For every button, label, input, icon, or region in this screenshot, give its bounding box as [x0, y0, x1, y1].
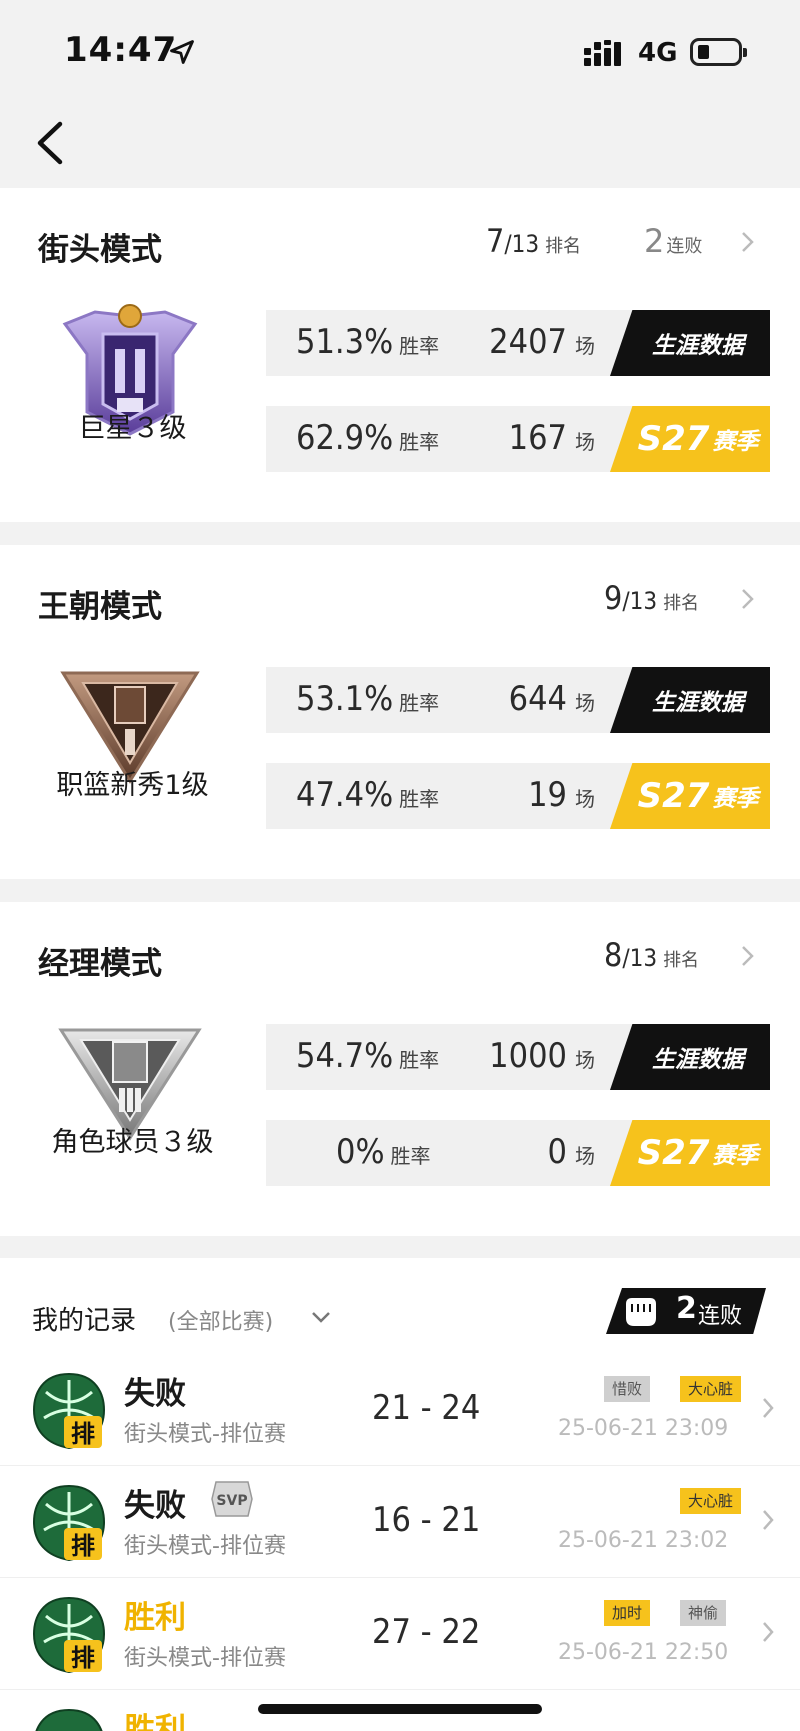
ranked-match-icon: 排 — [32, 1484, 106, 1562]
season-games: 19 — [528, 775, 567, 815]
match-time: 25-06-21 22:50 — [558, 1640, 729, 1665]
match-score: 27 - 22 — [372, 1612, 481, 1652]
match-score: 21 - 24 — [372, 1388, 481, 1428]
career-games: 2407 — [489, 322, 567, 362]
match-tag: 加时 — [604, 1600, 651, 1626]
match-tag: 大心脏 — [680, 1488, 742, 1514]
network-type: 4G — [638, 38, 678, 68]
match-time: 25-06-21 23:09 — [558, 1416, 729, 1441]
fist-icon — [626, 1298, 656, 1326]
match-result: 胜利 — [124, 1712, 186, 1731]
match-result: 失败 — [124, 1488, 186, 1524]
rank-display: 7/13 排名 — [486, 222, 582, 260]
match-records-section: 我的记录 (全部比赛) 2 连败 排 失败 街头模式-排位赛 21 - 24 惜… — [0, 1258, 800, 1731]
back-arrow-icon[interactable] — [30, 118, 70, 168]
match-time: 25-06-21 23:02 — [558, 1528, 729, 1553]
season-stats-row[interactable]: 0% 胜率 0场 S27 赛季 — [266, 1120, 770, 1186]
chevron-right-icon[interactable] — [760, 1620, 776, 1644]
match-row[interactable]: 排 失败 SVP 街头模式-排位赛 16 - 21 大心脏 25-06-21 2… — [0, 1466, 800, 1578]
location-arrow-icon — [170, 40, 194, 64]
career-stats-row[interactable]: 53.1% 胜率 644 场 生涯数据 — [266, 667, 770, 733]
match-row[interactable]: 排 失败 街头模式-排位赛 21 - 24 惜败 大心脏 25-06-21 23… — [0, 1354, 800, 1466]
season-button[interactable]: S27 赛季 — [610, 406, 770, 472]
streak-display: 2 连败 — [644, 222, 703, 260]
career-winrate: 53.1% — [296, 679, 394, 719]
mode-card-dynasty[interactable]: 王朝模式 9/13 排名 职篮新秀1级 53.1% 胜率 644 场 生涯数据 47.… — [0, 545, 800, 879]
home-indicator[interactable] — [258, 1704, 542, 1714]
status-time: 14:47 — [64, 30, 178, 70]
ranked-match-icon: 排 — [32, 1596, 106, 1674]
match-mode: 街头模式-排位赛 — [124, 1534, 286, 1559]
svp-badge-icon: SVP — [211, 1481, 253, 1517]
badge-name: 角色球员３级 — [51, 1127, 214, 1158]
match-mode: 街头模式-排位赛 — [124, 1422, 286, 1447]
season-winrate: 47.4% — [296, 775, 394, 815]
match-result: 胜利 — [124, 1600, 186, 1636]
ranked-match-icon — [35, 1708, 103, 1731]
records-filter[interactable]: (全部比赛) — [168, 1304, 273, 1336]
chevron-right-icon[interactable] — [738, 944, 756, 968]
mode-card-manager[interactable]: 经理模式 8/13 排名 角色球员３级 54.7% 胜率 1000 场 生涯数据 0%… — [0, 902, 800, 1236]
career-winrate: 51.3% — [296, 322, 394, 362]
match-row[interactable]: 排 胜利 街头模式-排位赛 27 - 22 加时 神偷 25-06-21 22:… — [0, 1578, 800, 1690]
rank-display: 8/13 排名 — [604, 936, 700, 974]
season-stats-row[interactable]: 47.4% 胜率 19 场 S27 赛季 — [266, 763, 770, 829]
career-games: 644 — [508, 679, 567, 719]
signal-icon — [584, 40, 621, 66]
mode-title: 街头模式 — [38, 232, 162, 268]
career-winrate: 54.7% — [296, 1036, 394, 1076]
rank-display: 9/13 排名 — [604, 579, 700, 617]
badge-name: 巨星３级 — [78, 413, 187, 444]
career-games: 1000 — [489, 1036, 567, 1076]
season-winrate: 0% — [336, 1132, 385, 1172]
career-data-button[interactable]: 生涯数据 — [610, 667, 770, 733]
season-button[interactable]: S27 赛季 — [610, 763, 770, 829]
mode-title: 王朝模式 — [38, 589, 162, 625]
season-games: 0 — [547, 1132, 567, 1172]
chevron-right-icon[interactable] — [760, 1508, 776, 1532]
status-bar: 14:47 4G — [0, 0, 800, 100]
career-data-button[interactable]: 生涯数据 — [610, 1024, 770, 1090]
season-stats-row[interactable]: 62.9% 胜率 167 场 S27 赛季 — [266, 406, 770, 472]
match-result: 失败 — [124, 1376, 186, 1412]
records-title: 我的记录 — [32, 1306, 137, 1336]
svg-text:排: 排 — [71, 1644, 95, 1672]
svg-text:排: 排 — [71, 1420, 95, 1448]
streak-badge: 2 连败 — [606, 1288, 766, 1334]
svg-text:排: 排 — [71, 1532, 95, 1560]
ranked-match-icon: 排 — [32, 1372, 106, 1450]
match-tag: 神偷 — [680, 1600, 727, 1626]
career-data-button[interactable]: 生涯数据 — [610, 310, 770, 376]
season-button[interactable]: S27 赛季 — [610, 1120, 770, 1186]
season-winrate: 62.9% — [296, 418, 394, 458]
battery-icon — [690, 38, 747, 66]
chevron-right-icon[interactable] — [760, 1396, 776, 1420]
mode-card-street[interactable]: 街头模式 7/13 排名 2 连败 巨星３级 51.3% 胜率 2407 场 生涯数据 … — [0, 188, 800, 522]
mode-title: 经理模式 — [38, 946, 162, 982]
career-stats-row[interactable]: 54.7% 胜率 1000 场 生涯数据 — [266, 1024, 770, 1090]
chevron-right-icon[interactable] — [738, 587, 756, 611]
season-games: 167 — [508, 418, 567, 458]
match-tag: 大心脏 — [680, 1376, 742, 1402]
chevron-down-icon[interactable] — [310, 1310, 332, 1326]
badge-name: 职篮新秀1级 — [56, 770, 209, 801]
match-mode: 街头模式-排位赛 — [124, 1646, 286, 1671]
svg-text:SVP: SVP — [216, 1493, 247, 1509]
match-score: 16 - 21 — [372, 1500, 481, 1540]
career-stats-row[interactable]: 51.3% 胜率 2407 场 生涯数据 — [266, 310, 770, 376]
chevron-right-icon[interactable] — [738, 230, 756, 254]
match-tag: 惜败 — [604, 1376, 651, 1402]
